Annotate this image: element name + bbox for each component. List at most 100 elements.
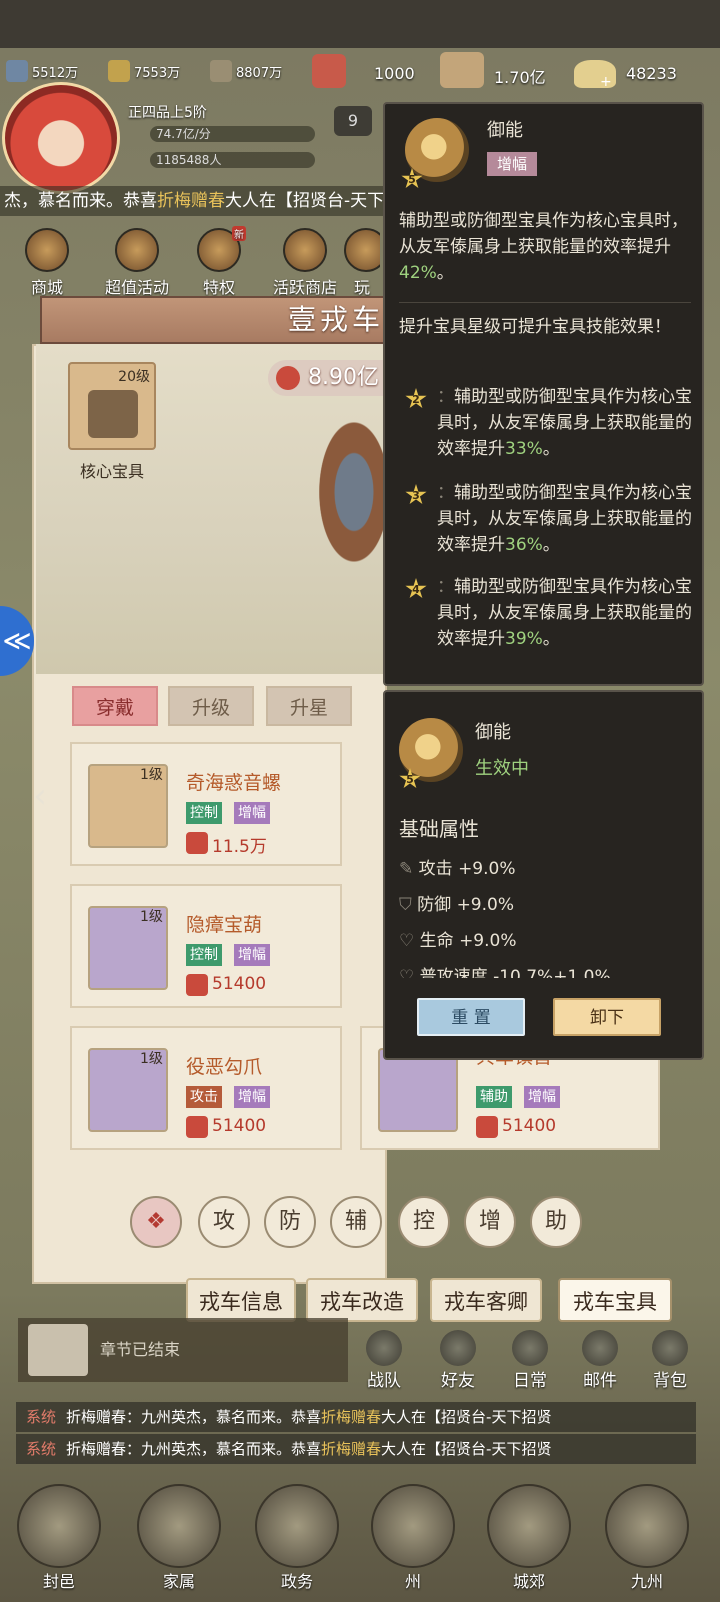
treasure-card[interactable]: 1级 役恶勾爪 攻击 增幅 51400 bbox=[70, 1026, 342, 1150]
player-avatar[interactable] bbox=[2, 82, 120, 194]
scroll-icon bbox=[28, 1324, 88, 1376]
tab-chariot-treasure[interactable]: 戎车宝具 bbox=[558, 1278, 672, 1322]
suburb-icon bbox=[487, 1484, 571, 1568]
filter-amplify-button[interactable]: 增 bbox=[464, 1196, 516, 1248]
new-badge: 新 bbox=[232, 226, 246, 241]
resource-soldiers: 8807万 bbox=[210, 58, 282, 84]
nav-family[interactable]: 家属 bbox=[134, 1484, 224, 1592]
chariot-head-icon bbox=[378, 1048, 458, 1132]
hero-figure bbox=[300, 420, 390, 600]
soldier-icon bbox=[210, 60, 232, 82]
power-icon bbox=[276, 366, 300, 390]
power-icon bbox=[186, 1116, 208, 1138]
power-icon bbox=[186, 832, 208, 854]
shield-icon: ⛉ bbox=[399, 895, 412, 915]
tab-chariot-guest[interactable]: 戎车客卿 bbox=[430, 1278, 542, 1322]
news-ticker: 杰，慕名而来。恭喜折梅赠春大人在【招贤台-天下招贤】中获得 bbox=[0, 186, 390, 216]
income-bar: 74.7亿/分 bbox=[150, 126, 315, 142]
skill-tag: 增幅 bbox=[487, 152, 538, 176]
top-icon-event[interactable]: 超值活动 bbox=[104, 228, 170, 298]
nav-state[interactable]: 州 bbox=[368, 1484, 458, 1592]
treasure-detail-panel: 5 御能 生效中 基础属性 ✎ 攻击 +9.0% ⛉ 防御 +9.0% ♡ 生命… bbox=[383, 690, 704, 1060]
daily-icon bbox=[512, 1330, 548, 1366]
unequip-button[interactable]: 卸下 bbox=[553, 998, 661, 1036]
nine-states-icon bbox=[605, 1484, 689, 1568]
small-icon-daily[interactable]: 日常 bbox=[502, 1330, 558, 1391]
attack-icon: ✎ bbox=[399, 859, 414, 879]
system-message: 系统 折梅赠春：九州英杰，慕名而来。恭喜折梅赠春大人在【招贤台-天下招贤 bbox=[16, 1434, 696, 1464]
chapter-status: 章节已结束 bbox=[18, 1318, 348, 1382]
upgrade-hint: 提升宝具星级可提升宝具技能效果！ bbox=[399, 317, 671, 337]
skill-description: 辅助型或防御型宝具作为核心宝具时，从友军傣属身上获取能量的效率提升42%。 bbox=[399, 211, 688, 283]
top-icon-shop[interactable]: 商城 bbox=[14, 228, 80, 298]
nav-fief[interactable]: 封邑 bbox=[14, 1484, 104, 1592]
add-gold-icon[interactable]: + bbox=[600, 74, 612, 90]
nav-nine-states[interactable]: 九州 bbox=[602, 1484, 692, 1592]
star-icon: 4 bbox=[405, 578, 427, 599]
treasure-card[interactable]: 1级 隐瘴宝葫 控制 增幅 51400 bbox=[70, 884, 342, 1008]
resource-supplies-value: 1.70亿 bbox=[494, 68, 546, 87]
skill-name: 御能 bbox=[487, 120, 523, 141]
filter-control-button[interactable]: 控 bbox=[398, 1196, 450, 1248]
tab-chariot-info[interactable]: 戎车信息 bbox=[186, 1278, 296, 1322]
treasure-card[interactable]: 1级 奇海惑音螺 控制 增幅 11.5万 bbox=[70, 742, 342, 866]
play-icon bbox=[344, 228, 380, 272]
state-icon bbox=[371, 1484, 455, 1568]
team-icon bbox=[366, 1330, 402, 1366]
event-icon bbox=[115, 228, 159, 272]
small-icon-team[interactable]: 战队 bbox=[356, 1330, 412, 1391]
skill-yuneng-icon bbox=[399, 718, 463, 782]
power-icon bbox=[186, 974, 208, 996]
core-treasure-card[interactable]: 20级 bbox=[68, 362, 156, 450]
affairs-icon bbox=[255, 1484, 339, 1568]
attr-row: ♡ 生命 +9.0% bbox=[399, 931, 517, 951]
reset-button[interactable]: 重 置 bbox=[417, 998, 525, 1036]
divider bbox=[399, 302, 691, 303]
top-icon-privilege[interactable]: 新特权 bbox=[186, 226, 252, 298]
silver-icon bbox=[6, 60, 28, 82]
star-level-effect: ：辅助型或防御型宝具作为核心宝具时，从友军傣属身上获取能量的效率提升33%。 bbox=[437, 387, 692, 459]
active-shop-icon bbox=[283, 228, 327, 272]
status-bar bbox=[0, 0, 720, 48]
small-icon-bag[interactable]: 背包 bbox=[642, 1330, 698, 1391]
tab-equip[interactable]: 穿戴 bbox=[72, 686, 158, 726]
filter-attack-button[interactable]: 攻 bbox=[198, 1196, 250, 1248]
panel-title: 壹戎车中 bbox=[40, 296, 385, 344]
small-icon-friends[interactable]: 好友 bbox=[430, 1330, 486, 1391]
qilin-statue-icon bbox=[88, 390, 138, 438]
core-treasure-label: 核心宝具 bbox=[79, 462, 144, 481]
tab-upgrade[interactable]: 升级 bbox=[168, 686, 254, 726]
top-icon-active-shop[interactable]: 活跃商店 bbox=[272, 228, 338, 298]
attr-row: ✎ 攻击 +9.0% bbox=[399, 859, 516, 879]
power-icon bbox=[476, 1116, 498, 1138]
filter-all-button[interactable]: ❖ bbox=[130, 1196, 182, 1248]
prev-arrow-icon[interactable]: ‹ bbox=[20, 774, 60, 818]
filter-assist-button[interactable]: 助 bbox=[530, 1196, 582, 1248]
speed-icon: ♡ bbox=[399, 967, 415, 978]
player-rank: 正四品上5阶 bbox=[128, 105, 207, 121]
section-title: 基础属性 bbox=[399, 817, 479, 841]
filter-defense-button[interactable]: 防 bbox=[264, 1196, 316, 1248]
player-level-badge[interactable]: 9 bbox=[334, 106, 372, 136]
friends-icon bbox=[440, 1330, 476, 1366]
top-icon-play[interactable]: 玩 bbox=[344, 228, 380, 298]
resource-gold-value: 48233 bbox=[626, 64, 677, 83]
skill-tooltip: 5 御能 增幅 辅助型或防御型宝具作为核心宝具时，从友军傣属身上获取能量的效率提… bbox=[383, 102, 704, 686]
resource-silver: 5512万 bbox=[6, 58, 78, 84]
population-bar: 1185488人 bbox=[150, 152, 315, 168]
star-icon: 3 bbox=[405, 484, 427, 505]
tab-star-up[interactable]: 升星 bbox=[266, 686, 352, 726]
star-icon: 2 bbox=[405, 388, 427, 409]
system-message: 系统 折梅赠春：九州英杰，慕名而来。恭喜折梅赠春大人在【招贤台-天下招贤 bbox=[16, 1402, 696, 1432]
tab-chariot-modify[interactable]: 戎车改造 bbox=[306, 1278, 418, 1322]
nav-affairs[interactable]: 政务 bbox=[252, 1484, 342, 1592]
skill-name: 御能 bbox=[475, 722, 511, 743]
star-level-effect: ：辅助型或防御型宝具作为核心宝具时，从友军傣属身上获取能量的效率提升36%。 bbox=[437, 483, 692, 555]
nav-suburb[interactable]: 城郊 bbox=[484, 1484, 574, 1592]
supplies-icon bbox=[440, 52, 484, 88]
chariot-power: 8.90亿 bbox=[268, 360, 388, 396]
filter-support-button[interactable]: 辅 bbox=[330, 1196, 382, 1248]
small-icon-mail[interactable]: 邮件 bbox=[572, 1330, 628, 1391]
attr-row: ⛉ 防御 +9.0% bbox=[399, 895, 514, 915]
resource-ruby-value: 1000 bbox=[374, 64, 415, 83]
